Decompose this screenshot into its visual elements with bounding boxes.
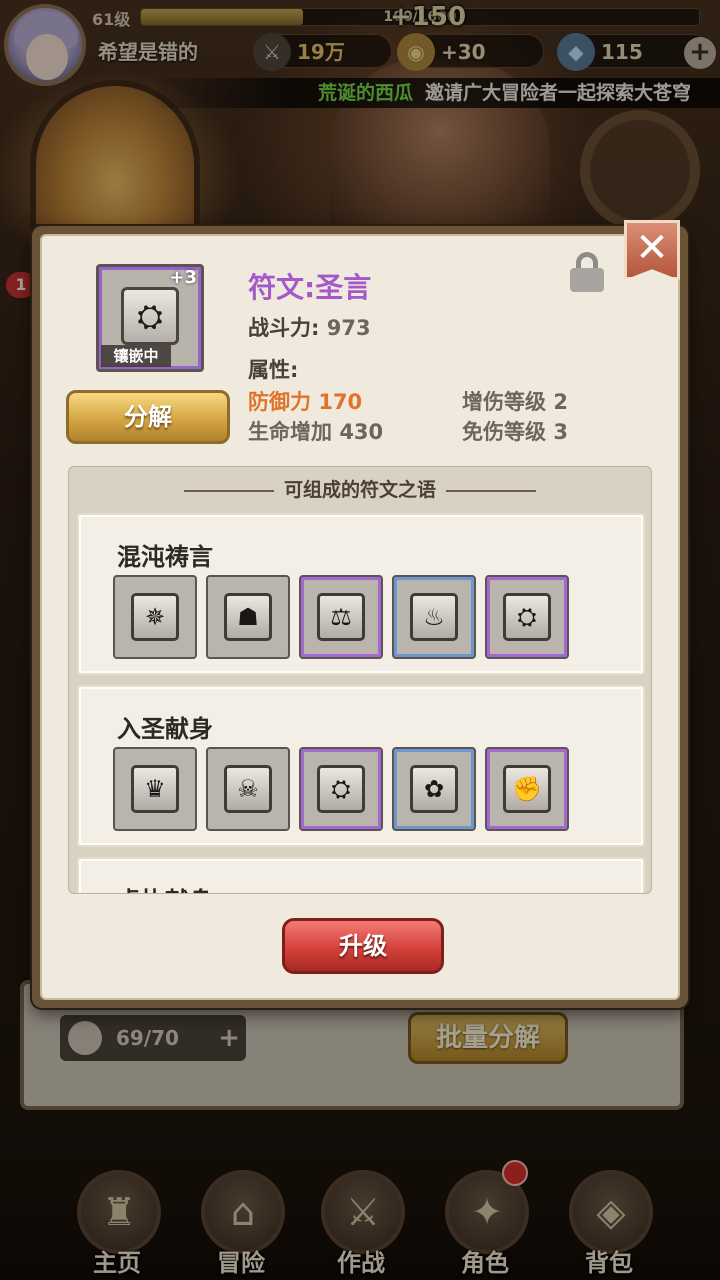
runeword-title: 混沌祷言	[117, 543, 213, 571]
runeword-card[interactable]: 混沌祷言 ✵ ☗ ⚖ ♨ ⛭	[77, 513, 645, 675]
divider-right	[446, 489, 536, 492]
runeword-header: 可组成的符文之语	[69, 475, 651, 502]
divider-left	[183, 489, 274, 492]
runeword-title: 入圣献身	[117, 715, 213, 743]
holy-tome-icon: ⛭	[503, 593, 551, 641]
runeword-card[interactable]: 入圣献身 ♛ ☠ ⛭ ✿ ✊	[77, 685, 645, 847]
holy-tome-icon: ⛭	[317, 765, 365, 813]
inlaid-tag: 镶嵌中	[101, 345, 171, 367]
attributes-label: 属性:	[248, 358, 299, 382]
fist-icon: ✊	[503, 765, 551, 813]
rune-slot[interactable]: ✵	[113, 575, 197, 659]
skull-icon: ☠	[224, 765, 272, 813]
attribute-hp-bonus: 生命增加 430	[248, 420, 384, 444]
rune-name: 符文:圣言	[248, 271, 372, 304]
flame-icon: ♨	[410, 593, 458, 641]
runeword-card[interactable]: 虔执献身	[77, 857, 645, 893]
combat-power-line: 战斗力: 973	[248, 312, 371, 342]
rune-slot[interactable]: ⛭	[485, 575, 569, 659]
runeword-title: 虔执献身	[117, 881, 213, 893]
rune-slot[interactable]: ♨	[392, 575, 476, 659]
attribute-damage-reduction: 免伤等级 3	[462, 420, 568, 444]
combat-power-value: 973	[326, 316, 371, 340]
rune-slot[interactable]: ☠	[206, 747, 290, 831]
combat-power-label: 战斗力:	[248, 316, 320, 340]
rune-slot[interactable]: ⚖	[299, 575, 383, 659]
attribute-damage-level: 增伤等级 2	[462, 390, 568, 414]
vortex-icon: ✿	[410, 765, 458, 813]
rune-slot[interactable]: ✊	[485, 747, 569, 831]
upgrade-button[interactable]: 升级	[282, 918, 444, 974]
rune-item-slot[interactable]: ⛭ +3 镶嵌中	[96, 264, 204, 372]
rune-slot[interactable]: ✿	[392, 747, 476, 831]
holy-tome-icon: ⛭	[121, 287, 179, 345]
rune-enhance-level: +3	[169, 267, 197, 288]
rune-slot[interactable]: ⛭	[299, 747, 383, 831]
scales-icon: ⚖	[317, 593, 365, 641]
rune-slot[interactable]: ☗	[206, 575, 290, 659]
lock-icon[interactable]	[570, 252, 604, 292]
rune-slot[interactable]: ♛	[113, 747, 197, 831]
demon-head-icon: ☗	[224, 593, 272, 641]
crown-icon: ♛	[131, 765, 179, 813]
runeword-list[interactable]: 可组成的符文之语 混沌祷言 ✵ ☗ ⚖ ♨ ⛭ 入圣献身 ♛ ☠ ⛭ ✿ ✊ 虔执献身	[68, 466, 652, 894]
decompose-button[interactable]: 分解	[66, 390, 230, 444]
winged-halo-icon: ✵	[131, 593, 179, 641]
attribute-defense: 防御力 170	[248, 390, 363, 414]
